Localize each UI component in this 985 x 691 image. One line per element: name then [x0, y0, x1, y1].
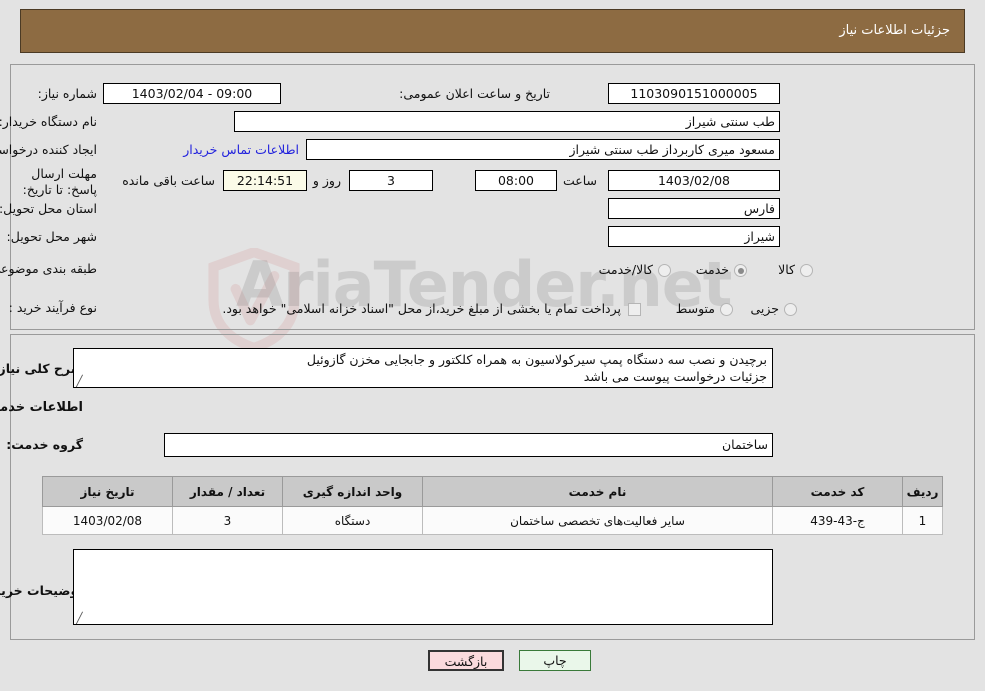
cell-code: ج-43-439	[772, 506, 903, 535]
col-radif: ردیف	[902, 476, 943, 507]
city-value: شیراز	[608, 226, 780, 247]
buyer-org-label: نام دستگاه خریدار:	[0, 114, 97, 129]
category-label: طبقه بندی موضوعی:	[0, 261, 97, 276]
deadline-time-value: 08:00	[475, 170, 557, 191]
service-group-value[interactable]: ساختمان	[164, 433, 773, 457]
radio-category-kala-khedmat-label: کالا/خدمت	[598, 262, 653, 277]
page-root: AriaTender.net جزئیات اطلاعات نیاز شماره…	[0, 0, 985, 691]
need-number-label: شماره نیاز:	[37, 86, 97, 101]
general-desc-textarea[interactable]: برچیدن و نصب سه دستگاه پمپ سیرکولاسیون ب…	[73, 348, 773, 388]
back-button[interactable]: بازگشت	[428, 650, 504, 671]
province-value: فارس	[608, 198, 780, 219]
table-row: 1 ج-43-439 سایر فعالیت‌های تخصصی ساختمان…	[42, 506, 943, 535]
resize-grip-icon[interactable]: ╱	[76, 613, 83, 624]
cell-date: 1403/02/08	[42, 506, 173, 535]
services-table: ردیف کد خدمت نام خدمت واحد اندازه گیری ت…	[42, 476, 943, 535]
col-code: کد خدمت	[772, 476, 903, 507]
col-date: تاریخ نیاز	[42, 476, 173, 507]
announce-datetime-label: تاریخ و ساعت اعلان عمومی:	[399, 86, 550, 101]
need-number-value: 1103090151000005	[608, 83, 780, 104]
remaining-days-value: 3	[349, 170, 433, 191]
cell-radif: 1	[902, 506, 943, 535]
creator-value: مسعود میری کاربرداز طب سنتی شیراز	[306, 139, 780, 160]
buyer-org-value: طب سنتی شیراز	[234, 111, 780, 132]
radio-category-kala-label: کالا	[778, 262, 795, 277]
buyer-notes-textarea[interactable]: ╱	[73, 549, 773, 625]
countdown-timer: 22:14:51	[223, 170, 307, 191]
resize-grip-icon[interactable]: ╱	[76, 376, 83, 387]
col-unit: واحد اندازه گیری	[282, 476, 423, 507]
buyer-contact-link[interactable]: اطلاعات تماس خریدار	[183, 142, 299, 157]
deadline-date-value: 1403/02/08	[608, 170, 780, 191]
service-group-label: گروه خدمت:	[6, 437, 83, 452]
radio-category-kala-khedmat[interactable]	[658, 264, 671, 277]
radio-process-jozei[interactable]	[784, 303, 797, 316]
remaining-hours-label: ساعت باقی مانده	[122, 173, 215, 188]
print-button[interactable]: چاپ	[519, 650, 591, 671]
creator-label: ایجاد کننده درخواست:	[0, 142, 97, 157]
cell-unit: دستگاه	[282, 506, 423, 535]
buyer-notes-label: توضیحات خریدار:	[0, 583, 83, 598]
hour-label: ساعت	[562, 173, 597, 188]
days-label: روز و	[312, 173, 341, 188]
radio-category-khedmat-label: خدمت	[695, 262, 729, 277]
general-desc-label: شرح کلی نیاز:	[0, 361, 83, 376]
process-label: نوع فرآیند خرید :	[8, 300, 97, 315]
radio-process-motavaset-label: متوسط	[675, 301, 715, 316]
title-bar: جزئیات اطلاعات نیاز	[20, 9, 965, 53]
radio-process-motavaset[interactable]	[720, 303, 733, 316]
city-label: شهر محل تحویل:	[6, 229, 97, 244]
deadline-label: مهلت ارسال پاسخ: تا تاریخ:	[22, 166, 97, 197]
service-section-title: اطلاعات خدمات مورد نیاز	[0, 400, 83, 415]
table-header-row: ردیف کد خدمت نام خدمت واحد اندازه گیری ت…	[42, 476, 943, 507]
radio-category-kala[interactable]	[800, 264, 813, 277]
treasury-bond-label: پرداخت تمام یا بخشی از مبلغ خرید،از محل …	[222, 301, 621, 316]
general-desc-value: برچیدن و نصب سه دستگاه پمپ سیرکولاسیون ب…	[306, 352, 767, 384]
page-title: جزئیات اطلاعات نیاز	[839, 23, 950, 38]
province-label: استان محل تحویل:	[0, 201, 97, 216]
cell-name: سایر فعالیت‌های تخصصی ساختمان	[422, 506, 773, 535]
col-qty: تعداد / مقدار	[172, 476, 283, 507]
radio-category-khedmat[interactable]	[734, 264, 747, 277]
treasury-bond-checkbox[interactable]	[628, 303, 641, 316]
radio-process-jozei-label: جزیی	[750, 301, 779, 316]
announce-datetime-value: 09:00 - 1403/02/04	[103, 83, 281, 104]
col-name: نام خدمت	[422, 476, 773, 507]
cell-qty: 3	[172, 506, 283, 535]
